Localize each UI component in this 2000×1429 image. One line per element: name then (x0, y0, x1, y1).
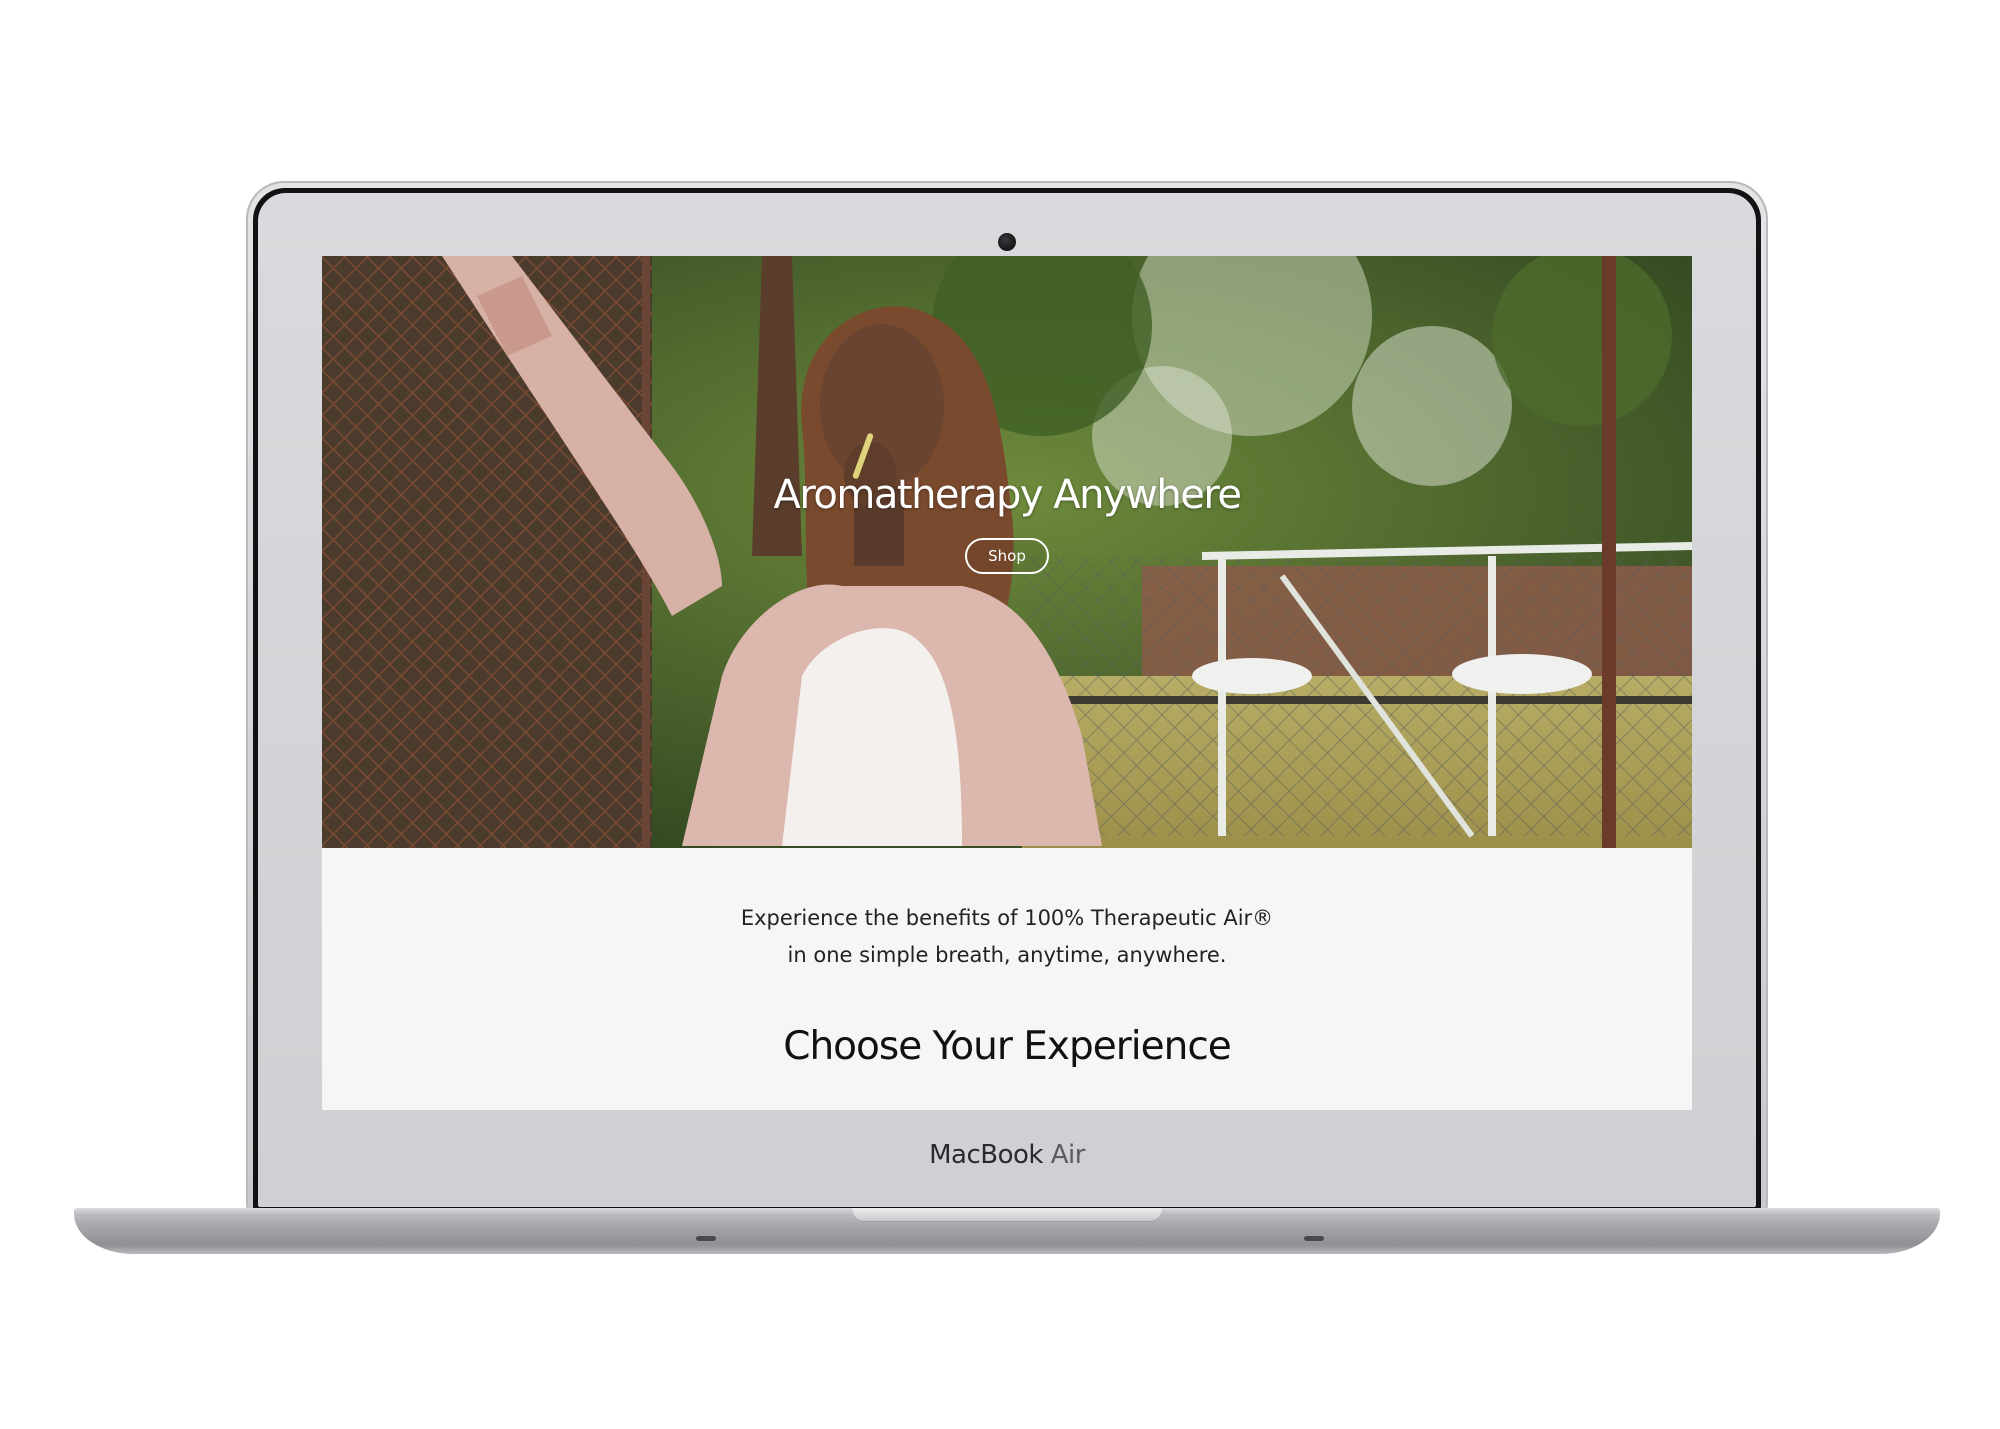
shop-button[interactable]: Shop (965, 538, 1049, 574)
intro-line-2: in one simple breath, anytime, anywhere. (787, 943, 1227, 967)
website-viewport: Aromatherapy Anywhere Shop Experience th… (322, 256, 1692, 1110)
intro-text: Experience the benefits of 100% Therapeu… (322, 900, 1692, 974)
device-brand-label: MacBook Air (246, 1140, 1768, 1170)
hero-title: Aromatherapy Anywhere (773, 472, 1243, 518)
hero-banner: Aromatherapy Anywhere Shop (322, 256, 1692, 848)
camera-icon (998, 233, 1016, 251)
laptop-foot-left (696, 1236, 716, 1241)
section-title: Choose Your Experience (783, 1024, 1232, 1069)
device-model: Air (1050, 1140, 1086, 1170)
laptop-mockup: MacBook Air Aromatherapy Anywhere Shop E… (0, 0, 2000, 1429)
laptop-foot-right (1304, 1236, 1324, 1241)
laptop-opening-notch (852, 1208, 1162, 1222)
intro-line-1: Experience the benefits of 100% Therapeu… (740, 906, 1274, 930)
device-brand: MacBook (929, 1140, 1043, 1170)
